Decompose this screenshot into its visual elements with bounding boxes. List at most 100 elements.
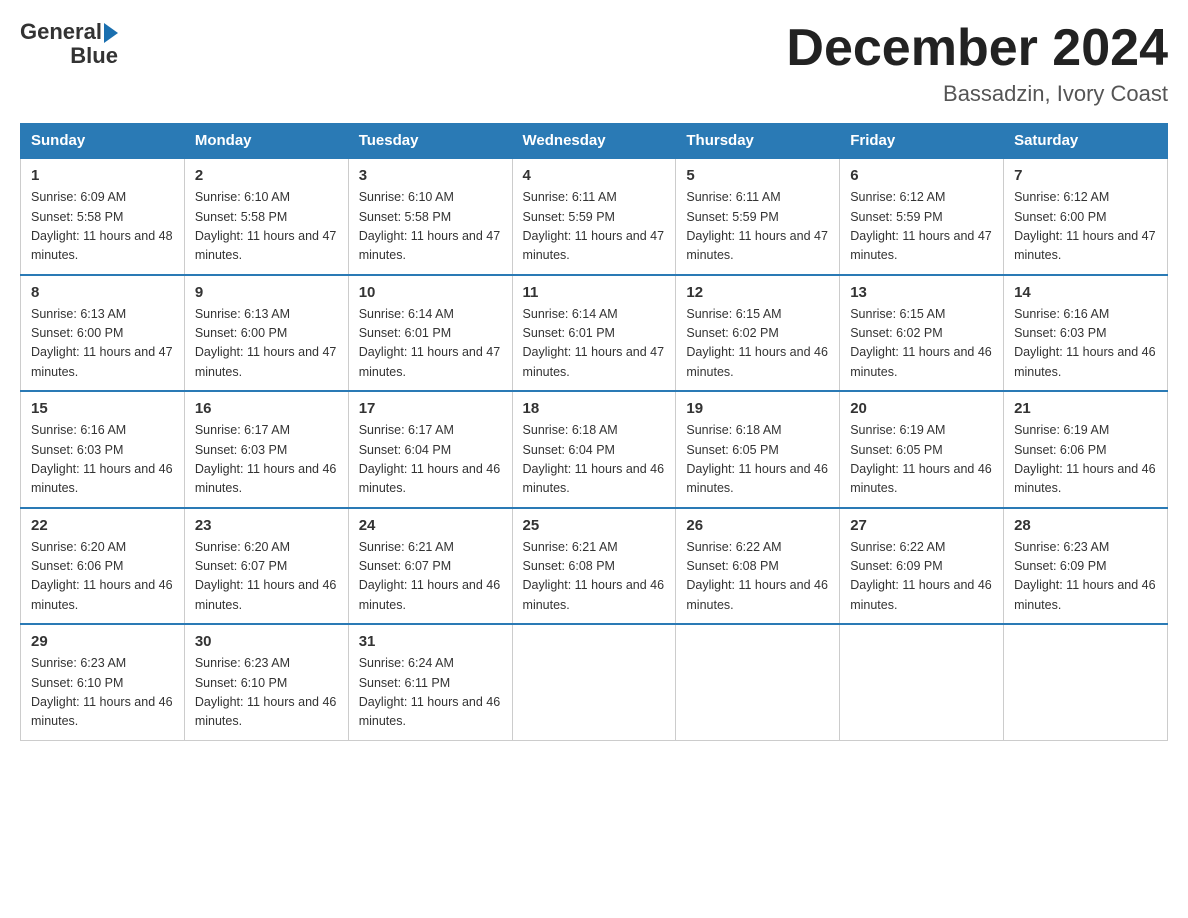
calendar-cell: 4 Sunrise: 6:11 AMSunset: 5:59 PMDaylight… (512, 158, 676, 275)
calendar-cell: 24 Sunrise: 6:21 AMSunset: 6:07 PMDayligh… (348, 508, 512, 625)
calendar-cell: 2 Sunrise: 6:10 AMSunset: 5:58 PMDaylight… (184, 158, 348, 275)
calendar-cell: 27Sunrise: 6:22 AMSunset: 6:09 PMDayligh… (840, 508, 1004, 625)
day-info: Sunrise: 6:11 AMSunset: 5:59 PMDaylight:… (523, 188, 666, 266)
day-info: Sunrise: 6:18 AMSunset: 6:05 PMDaylight:… (686, 421, 829, 499)
day-number: 10 (359, 284, 502, 301)
calendar-cell: 29Sunrise: 6:23 AMSunset: 6:10 PMDayligh… (21, 624, 185, 740)
day-info: Sunrise: 6:15 AMSunset: 6:02 PMDaylight:… (686, 305, 829, 383)
day-info: Sunrise: 6:10 AMSunset: 5:58 PMDaylight:… (195, 188, 338, 266)
calendar-week-row: 8Sunrise: 6:13 AMSunset: 6:00 PMDaylight… (21, 275, 1168, 392)
day-info: Sunrise: 6:19 AMSunset: 6:06 PMDaylight:… (1014, 421, 1157, 499)
day-number: 21 (1014, 400, 1157, 417)
calendar-cell: 25 Sunrise: 6:21 AMSunset: 6:08 PMDayligh… (512, 508, 676, 625)
day-number: 7 (1014, 167, 1157, 184)
calendar-cell: 22Sunrise: 6:20 AMSunset: 6:06 PMDayligh… (21, 508, 185, 625)
day-info: Sunrise: 6:12 AMSunset: 6:00 PMDaylight:… (1014, 188, 1157, 266)
day-info: Sunrise: 6:21 AMSunset: 6:07 PMDaylight:… (359, 538, 502, 616)
day-info: Sunrise: 6:16 AMSunset: 6:03 PMDaylight:… (31, 421, 174, 499)
day-info: Sunrise: 6:14 AMSunset: 6:01 PMDaylight:… (359, 305, 502, 383)
day-number: 5 (686, 167, 829, 184)
calendar-cell: 5 Sunrise: 6:11 AMSunset: 5:59 PMDaylight… (676, 158, 840, 275)
day-number: 17 (359, 400, 502, 417)
day-info: Sunrise: 6:17 AMSunset: 6:03 PMDaylight:… (195, 421, 338, 499)
day-number: 4 (523, 167, 666, 184)
column-header-tuesday: Tuesday (348, 124, 512, 159)
day-info: Sunrise: 6:22 AMSunset: 6:08 PMDaylight:… (686, 538, 829, 616)
day-number: 28 (1014, 517, 1157, 534)
calendar-week-row: 15 Sunrise: 6:16 AMSunset: 6:03 PMDayligh… (21, 391, 1168, 508)
day-info: Sunrise: 6:22 AMSunset: 6:09 PMDaylight:… (850, 538, 993, 616)
day-number: 23 (195, 517, 338, 534)
day-number: 14 (1014, 284, 1157, 301)
day-number: 3 (359, 167, 502, 184)
day-info: Sunrise: 6:20 AMSunset: 6:07 PMDaylight:… (195, 538, 338, 616)
day-number: 18 (523, 400, 666, 417)
calendar-cell: 1Sunrise: 6:09 AMSunset: 5:58 PMDaylight… (21, 158, 185, 275)
calendar-cell: 11Sunrise: 6:14 AMSunset: 6:01 PMDayligh… (512, 275, 676, 392)
calendar-cell: 6 Sunrise: 6:12 AMSunset: 5:59 PMDaylight… (840, 158, 1004, 275)
day-info: Sunrise: 6:16 AMSunset: 6:03 PMDaylight:… (1014, 305, 1157, 383)
column-header-sunday: Sunday (21, 124, 185, 159)
day-info: Sunrise: 6:13 AMSunset: 6:00 PMDaylight:… (195, 305, 338, 383)
calendar-cell: 16Sunrise: 6:17 AMSunset: 6:03 PMDayligh… (184, 391, 348, 508)
day-number: 26 (686, 517, 829, 534)
day-number: 22 (31, 517, 174, 534)
calendar-cell: 18Sunrise: 6:18 AMSunset: 6:04 PMDayligh… (512, 391, 676, 508)
calendar-cell (676, 624, 840, 740)
column-header-monday: Monday (184, 124, 348, 159)
calendar-cell: 23 Sunrise: 6:20 AMSunset: 6:07 PMDayligh… (184, 508, 348, 625)
column-header-wednesday: Wednesday (512, 124, 676, 159)
calendar-cell (1004, 624, 1168, 740)
page-header: General Blue December 2024 Bassadzin, Iv… (20, 20, 1168, 107)
day-info: Sunrise: 6:11 AMSunset: 5:59 PMDaylight:… (686, 188, 829, 266)
calendar-cell: 13Sunrise: 6:15 AMSunset: 6:02 PMDayligh… (840, 275, 1004, 392)
day-info: Sunrise: 6:14 AMSunset: 6:01 PMDaylight:… (523, 305, 666, 383)
calendar-week-row: 22Sunrise: 6:20 AMSunset: 6:06 PMDayligh… (21, 508, 1168, 625)
calendar-week-row: 29Sunrise: 6:23 AMSunset: 6:10 PMDayligh… (21, 624, 1168, 740)
day-number: 24 (359, 517, 502, 534)
logo: General Blue (20, 20, 118, 68)
day-info: Sunrise: 6:12 AMSunset: 5:59 PMDaylight:… (850, 188, 993, 266)
day-info: Sunrise: 6:24 AMSunset: 6:11 PMDaylight:… (359, 654, 502, 732)
day-number: 30 (195, 633, 338, 650)
calendar-cell: 12Sunrise: 6:15 AMSunset: 6:02 PMDayligh… (676, 275, 840, 392)
column-header-thursday: Thursday (676, 124, 840, 159)
day-number: 9 (195, 284, 338, 301)
calendar-cell: 7 Sunrise: 6:12 AMSunset: 6:00 PMDaylight… (1004, 158, 1168, 275)
logo-text-general: General (20, 20, 102, 44)
day-number: 31 (359, 633, 502, 650)
calendar-cell (840, 624, 1004, 740)
month-title: December 2024 (786, 20, 1168, 77)
calendar-cell: 20 Sunrise: 6:19 AMSunset: 6:05 PMDayligh… (840, 391, 1004, 508)
day-number: 2 (195, 167, 338, 184)
calendar-body: 1Sunrise: 6:09 AMSunset: 5:58 PMDaylight… (21, 158, 1168, 740)
day-info: Sunrise: 6:21 AMSunset: 6:08 PMDaylight:… (523, 538, 666, 616)
calendar-week-row: 1Sunrise: 6:09 AMSunset: 5:58 PMDaylight… (21, 158, 1168, 275)
day-info: Sunrise: 6:23 AMSunset: 6:09 PMDaylight:… (1014, 538, 1157, 616)
day-number: 15 (31, 400, 174, 417)
title-block: December 2024 Bassadzin, Ivory Coast (786, 20, 1168, 107)
day-number: 20 (850, 400, 993, 417)
calendar-cell: 19Sunrise: 6:18 AMSunset: 6:05 PMDayligh… (676, 391, 840, 508)
logo-arrow-icon (104, 23, 118, 43)
calendar-cell: 26 Sunrise: 6:22 AMSunset: 6:08 PMDayligh… (676, 508, 840, 625)
day-number: 25 (523, 517, 666, 534)
day-info: Sunrise: 6:19 AMSunset: 6:05 PMDaylight:… (850, 421, 993, 499)
calendar-cell: 28 Sunrise: 6:23 AMSunset: 6:09 PMDayligh… (1004, 508, 1168, 625)
day-number: 13 (850, 284, 993, 301)
day-number: 6 (850, 167, 993, 184)
location: Bassadzin, Ivory Coast (786, 81, 1168, 107)
calendar-cell (512, 624, 676, 740)
calendar-cell: 15 Sunrise: 6:16 AMSunset: 6:03 PMDayligh… (21, 391, 185, 508)
day-info: Sunrise: 6:23 AMSunset: 6:10 PMDaylight:… (195, 654, 338, 732)
logo-text-blue: Blue (70, 44, 118, 68)
calendar-cell: 9 Sunrise: 6:13 AMSunset: 6:00 PMDaylight… (184, 275, 348, 392)
calendar-cell: 8Sunrise: 6:13 AMSunset: 6:00 PMDaylight… (21, 275, 185, 392)
calendar-header-row: SundayMondayTuesdayWednesdayThursdayFrid… (21, 124, 1168, 159)
day-info: Sunrise: 6:10 AMSunset: 5:58 PMDaylight:… (359, 188, 502, 266)
calendar-cell: 14 Sunrise: 6:16 AMSunset: 6:03 PMDayligh… (1004, 275, 1168, 392)
day-info: Sunrise: 6:23 AMSunset: 6:10 PMDaylight:… (31, 654, 174, 732)
day-info: Sunrise: 6:17 AMSunset: 6:04 PMDaylight:… (359, 421, 502, 499)
calendar-cell: 31 Sunrise: 6:24 AMSunset: 6:11 PMDayligh… (348, 624, 512, 740)
day-number: 1 (31, 167, 174, 184)
